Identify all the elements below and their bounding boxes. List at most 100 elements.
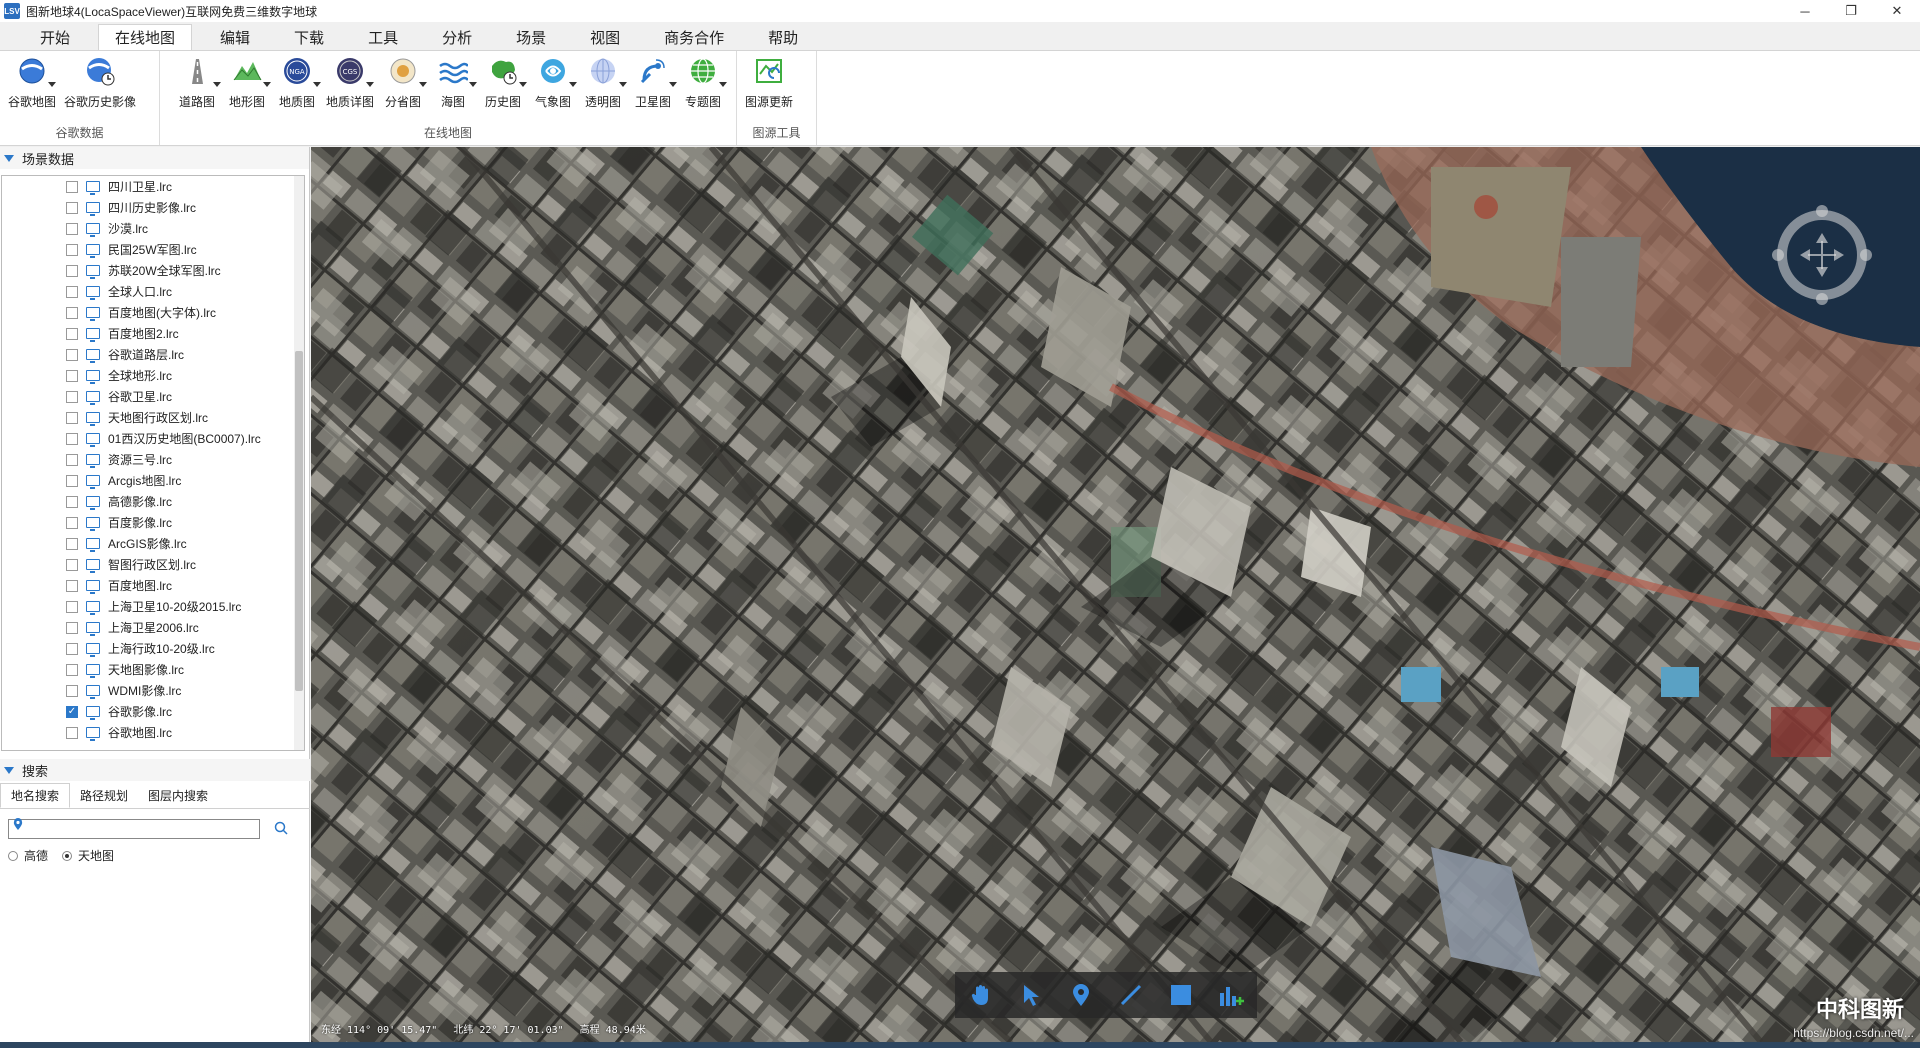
layer-checkbox[interactable] <box>66 663 78 676</box>
tab-help[interactable]: 帮助 <box>752 24 814 50</box>
scene-tree-item[interactable]: 全球人口.lrc <box>2 281 304 302</box>
layer-checkbox[interactable] <box>66 600 78 613</box>
layer-checkbox[interactable] <box>66 558 78 571</box>
scene-tree-item[interactable]: 天地图影像.lrc <box>2 659 304 680</box>
navigation-compass[interactable] <box>1764 197 1880 313</box>
scene-tree-item[interactable]: 上海行政10-20级.lrc <box>2 638 304 659</box>
transparent-map-button[interactable]: 透明图 <box>582 55 628 110</box>
scene-tree-item[interactable]: 上海卫星2006.lrc <box>2 617 304 638</box>
search-input[interactable] <box>8 819 260 839</box>
scene-tree-item[interactable]: 谷歌道路层.lrc <box>2 344 304 365</box>
tab-start[interactable]: 开始 <box>24 24 86 50</box>
scene-tree-item[interactable]: 谷歌地图.lrc <box>2 722 304 743</box>
layer-checkbox[interactable] <box>66 390 78 403</box>
scene-tree-item[interactable]: 百度地图.lrc <box>2 575 304 596</box>
scene-tree-item[interactable]: 百度影像.lrc <box>2 512 304 533</box>
scene-tree-item[interactable]: 百度地图(大字体).lrc <box>2 302 304 323</box>
geology-detail-button[interactable]: CGS 地质详图 <box>326 55 374 110</box>
scene-tree-item[interactable]: 民国25W军图.lrc <box>2 239 304 260</box>
layer-checkbox[interactable] <box>66 180 78 193</box>
layer-checkbox[interactable] <box>66 348 78 361</box>
layer-checkbox[interactable] <box>66 495 78 508</box>
layer-checkbox[interactable] <box>66 285 78 298</box>
scene-tree-item[interactable]: ✓ 谷歌影像.lrc <box>2 701 304 722</box>
history-map-button[interactable]: 历史图 <box>482 55 528 110</box>
line-icon[interactable] <box>1117 981 1145 1009</box>
source-update-button[interactable]: 图源更新 <box>745 55 793 110</box>
layer-checkbox[interactable] <box>66 474 78 487</box>
layer-checkbox[interactable] <box>66 327 78 340</box>
minimize-button[interactable]: ─ <box>1782 0 1828 22</box>
scene-tree-item[interactable]: 谷歌卫星.lrc <box>2 386 304 407</box>
chart-add-icon[interactable] <box>1217 981 1245 1009</box>
layer-checkbox[interactable] <box>66 369 78 382</box>
layer-checkbox[interactable] <box>66 411 78 424</box>
scene-tree-item[interactable]: 01西汉历史地图(BC0007).lrc <box>2 428 304 449</box>
thematic-map-button[interactable]: 专题图 <box>682 55 728 110</box>
tab-edit[interactable]: 编辑 <box>204 24 266 50</box>
cursor-icon[interactable] <box>1017 981 1045 1009</box>
tab-analysis[interactable]: 分析 <box>426 24 488 50</box>
scene-tree-item[interactable]: 资源三号.lrc <box>2 449 304 470</box>
layer-checkbox[interactable] <box>66 306 78 319</box>
layer-checkbox[interactable]: ✓ <box>66 705 78 718</box>
tab-scene[interactable]: 场景 <box>500 24 562 50</box>
scene-tree-item[interactable]: 上海卫星10-20级2015.lrc <box>2 596 304 617</box>
scene-tree-item[interactable]: 天地图行政区划.lrc <box>2 407 304 428</box>
layer-checkbox[interactable] <box>66 642 78 655</box>
geology-map-button[interactable]: NGA 地质图 <box>276 55 321 110</box>
scene-tree-item[interactable]: ArcGIS影像.lrc <box>2 533 304 554</box>
layer-checkbox[interactable] <box>66 453 78 466</box>
layer-checkbox[interactable] <box>66 726 78 739</box>
scene-tree[interactable]: 四川卫星.lrc 四川历史影像.lrc 沙漠.lrc 民国25W军图.lrc 苏联20W… <box>1 175 305 751</box>
scene-tree-scrollbar[interactable] <box>294 176 304 750</box>
hand-icon[interactable] <box>967 981 995 1009</box>
scene-tree-item[interactable]: WDMI影像.lrc <box>2 680 304 701</box>
square-icon[interactable] <box>1167 981 1195 1009</box>
layer-checkbox[interactable] <box>66 684 78 697</box>
layer-checkbox[interactable] <box>66 432 78 445</box>
layer-checkbox[interactable] <box>66 621 78 634</box>
province-map-button[interactable]: 分省图 <box>382 55 428 110</box>
satellite-map-button[interactable]: 卫星图 <box>632 55 678 110</box>
scene-tree-item[interactable]: 百度地图2.lrc <box>2 323 304 344</box>
google-history-button[interactable]: 谷歌历史影像 <box>64 55 136 110</box>
scene-tree-item[interactable]: 高德影像.lrc <box>2 491 304 512</box>
search-icon[interactable] <box>274 821 288 838</box>
tab-download[interactable]: 下载 <box>278 24 340 50</box>
terrain-map-button[interactable]: 地形图 <box>226 55 271 110</box>
scrollbar-thumb[interactable] <box>295 351 303 691</box>
radio-tianditu[interactable] <box>62 850 73 861</box>
scene-tree-item[interactable]: Arcgis地图.lrc <box>2 470 304 491</box>
tab-view[interactable]: 视图 <box>574 24 636 50</box>
scene-tree-item[interactable]: 苏联20W全球军图.lrc <box>2 260 304 281</box>
restore-button[interactable]: ❐ <box>1828 0 1874 22</box>
tab-online-map[interactable]: 在线地图 <box>98 24 193 50</box>
tab-tools[interactable]: 工具 <box>352 24 414 50</box>
scene-tree-item[interactable]: 全球地形.lrc <box>2 365 304 386</box>
layer-checkbox[interactable] <box>66 579 78 592</box>
road-map-button[interactable]: 道路图 <box>176 55 221 110</box>
layer-checkbox[interactable] <box>66 201 78 214</box>
layer-checkbox[interactable] <box>66 516 78 529</box>
layer-checkbox[interactable] <box>66 243 78 256</box>
tab-route-planning[interactable]: 路径规划 <box>70 783 138 808</box>
pin-icon[interactable] <box>1067 981 1095 1009</box>
layer-checkbox[interactable] <box>66 264 78 277</box>
search-header[interactable]: 搜索 <box>0 759 310 781</box>
scene-tree-item[interactable]: 沙漠.lrc <box>2 218 304 239</box>
sea-chart-button[interactable]: 海图 <box>432 55 478 110</box>
layer-checkbox[interactable] <box>66 537 78 550</box>
scene-tree-item[interactable]: 四川卫星.lrc <box>2 176 304 197</box>
tab-place-search[interactable]: 地名搜索 <box>0 783 71 808</box>
google-map-button[interactable]: 谷歌地图 <box>8 55 56 110</box>
layer-checkbox[interactable] <box>66 222 78 235</box>
weather-map-button[interactable]: 气象图 <box>532 55 578 110</box>
scene-tree-item[interactable]: 四川历史影像.lrc <box>2 197 304 218</box>
tab-business[interactable]: 商务合作 <box>648 24 740 50</box>
tab-layer-search[interactable]: 图层内搜索 <box>138 783 218 808</box>
scene-tree-item[interactable]: 智图行政区划.lrc <box>2 554 304 575</box>
map-viewport[interactable]: 东经 114° 09' 15.47" 北纬 22° 17' 01.03" 高程 … <box>311 147 1920 1042</box>
close-button[interactable]: ✕ <box>1874 0 1920 22</box>
scene-data-header[interactable]: 场景数据 <box>0 147 309 169</box>
